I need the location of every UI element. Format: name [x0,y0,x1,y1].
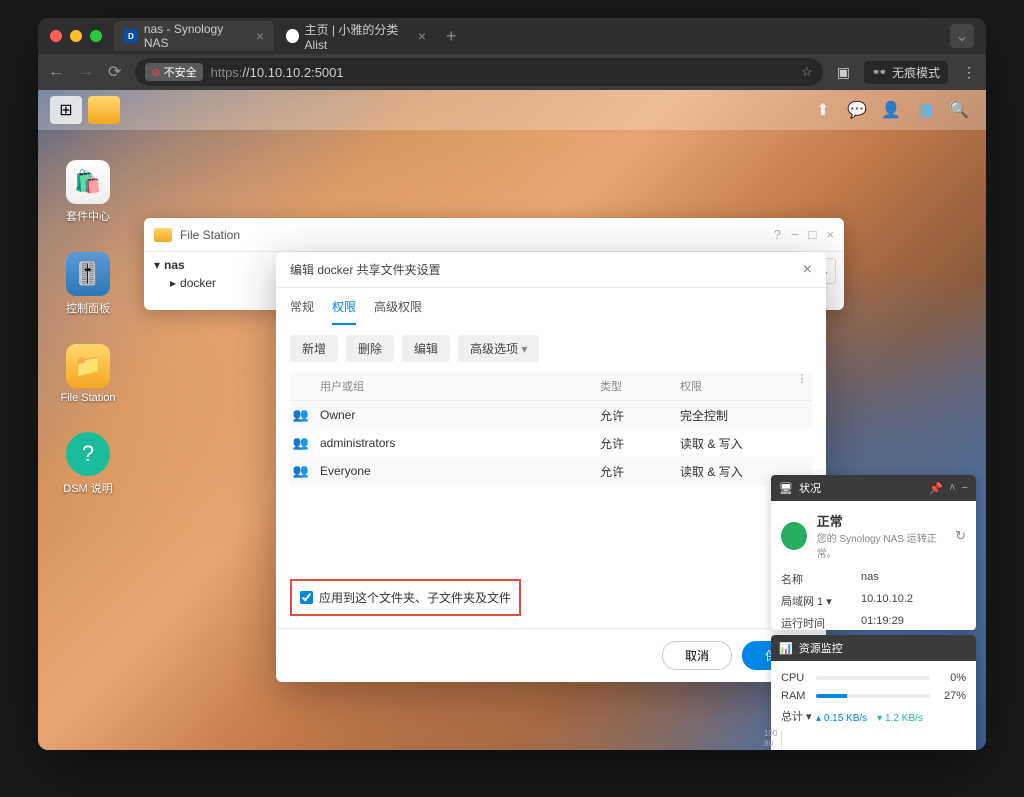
upload-rate: ▴ 0.15 KB/s [816,713,867,724]
titlebar: D nas - Synology NAS × 主页 | 小雅的分类 Alist … [38,18,986,54]
modal-header[interactable]: 编辑 docker 共享文件夹设置 × [276,252,826,288]
window-title: File Station [180,228,240,242]
edit-button[interactable]: 编辑 [402,335,450,362]
modal-title: 编辑 docker 共享文件夹设置 [290,261,441,278]
maximize-icon[interactable] [90,30,102,42]
user-icon: 👥 [290,435,312,451]
col-menu-icon[interactable]: ⋮ [792,372,812,400]
edit-shared-folder-modal: 编辑 docker 共享文件夹设置 × 常规 权限 高级权限 新增 删除 编辑 … [276,252,826,682]
maximize-icon[interactable]: □ [809,227,817,242]
col-user[interactable]: 用户或组 [290,372,592,400]
tab-label: 主页 | 小雅的分类 Alist [305,21,412,52]
tree-root[interactable]: ▾ nas [154,258,273,272]
url-field[interactable]: ⊘不安全 https://10.10.10.2:5001 ☆ [135,58,822,86]
folder-icon [154,228,172,242]
close-icon[interactable]: × [803,261,812,279]
tab-advanced-permissions[interactable]: 高级权限 [374,298,422,325]
chevron-up-icon[interactable]: ˄ [949,482,955,495]
file-station-shortcut-icon[interactable] [88,96,120,124]
cancel-button[interactable]: 取消 [662,641,732,670]
new-button[interactable]: 新增 [290,335,338,362]
col-perm[interactable]: 权限 [672,372,792,400]
new-tab-button[interactable]: + [438,26,465,47]
desktop-icon-file-station[interactable]: 📁File Station [56,344,120,404]
network-chart: 100 80 60 40 20 [781,731,966,750]
security-badge[interactable]: ⊘不安全 [145,63,202,81]
incognito-badge[interactable]: 👓 无痕模式 [864,61,948,84]
url-text: https://10.10.10.2:5001 [211,65,344,80]
close-icon[interactable]: × [826,227,834,242]
tab-nas[interactable]: D nas - Synology NAS × [114,21,274,51]
apply-to-subfolders-checkbox[interactable]: 应用到这个文件夹、子文件夹及文件 [290,579,521,616]
expand-tabs-icon[interactable]: ⌄ [950,24,974,48]
status-sub: 您的 Synology NAS 运转正常。 [817,530,945,560]
dsm-topbar: ⊞ ⬆ 💬 👤 ▦ 🔍 [38,90,986,130]
minimize-icon[interactable]: − [791,227,799,242]
modal-tabs: 常规 权限 高级权限 [276,288,826,325]
refresh-icon[interactable]: ↻ [955,528,966,544]
status-text: 正常 [817,511,945,530]
table-row[interactable]: 👥Everyone允许读取 & 写入 [290,457,812,485]
tree-item-docker[interactable]: ▸ docker [154,276,273,290]
traffic-lights [50,30,102,42]
url-bar: ← → ⟳ ⊘不安全 https://10.10.10.2:5001 ☆ ▣ 👓… [38,54,986,90]
widgets-icon[interactable]: ▦ [910,96,940,124]
modal-footer: 取消 保存 [276,628,826,682]
tab-general[interactable]: 常规 [290,298,314,325]
widget-header[interactable]: 📊 资源监控 [771,635,976,661]
resource-monitor-widget: 📊 资源监控 CPU0% RAM27% 总计 ▾▴ 0.15 KB/s▾ 1.2… [771,635,976,750]
advanced-options-button[interactable]: 高级选项 [458,335,539,362]
file-station-header[interactable]: File Station ? − □ × [144,218,844,252]
tab-label: nas - Synology NAS [144,22,250,50]
tab-favicon-icon [286,29,299,43]
notifications-icon[interactable]: 💬 [842,96,872,124]
checkbox-input[interactable] [300,591,313,604]
delete-button[interactable]: 删除 [346,335,394,362]
tab-close-icon[interactable]: × [418,28,426,44]
search-icon[interactable]: 🔍 [944,96,974,124]
menu-icon[interactable]: ⋮ [962,64,976,81]
browser-tabs: D nas - Synology NAS × 主页 | 小雅的分类 Alist … [114,18,974,54]
desktop-icons: 🛍️套件中心 🎚️控制面板 📁File Station ?DSM 说明 [56,160,120,496]
desktop-icon-control-panel[interactable]: 🎚️控制面板 [56,252,120,316]
col-type[interactable]: 类型 [592,372,672,400]
widget-header[interactable]: 🖥 状况📌˄− [771,475,976,501]
table-row[interactable]: 👥administrators允许读取 & 写入 [290,429,812,457]
status-indicator-icon [781,522,807,550]
pin-icon[interactable]: 📌 [929,482,943,495]
minimize-icon[interactable] [70,30,82,42]
browser-window: D nas - Synology NAS × 主页 | 小雅的分类 Alist … [38,18,986,750]
desktop-icon-package-center[interactable]: 🛍️套件中心 [56,160,120,224]
table-row[interactable]: 👥Owner允许完全控制 [290,401,812,429]
permissions-table: 用户或组 类型 权限 ⋮ 👥Owner允许完全控制 👥administrator… [290,372,812,485]
cpu-bar [816,676,930,680]
help-icon[interactable]: ? [774,227,781,242]
dsm-desktop: ⊞ ⬆ 💬 👤 ▦ 🔍 🛍️套件中心 🎚️控制面板 📁File Station … [38,90,986,750]
panel-icon[interactable]: ▣ [837,64,850,81]
tab-close-icon[interactable]: × [256,28,264,44]
bookmark-icon[interactable]: ☆ [801,64,813,80]
back-button[interactable]: ← [48,63,64,81]
apply-checkbox-row: 应用到这个文件夹、子文件夹及文件 [276,567,826,628]
user-icon[interactable]: 👤 [876,96,906,124]
tab-favicon-icon: D [124,29,138,43]
tab-permissions[interactable]: 权限 [332,298,356,325]
desktop-icon-dsm-help[interactable]: ?DSM 说明 [56,432,120,496]
forward-button[interactable]: → [78,63,94,81]
minimize-icon[interactable]: − [962,482,968,495]
download-rate: ▾ 1.2 KB/s [877,713,923,724]
main-menu-icon[interactable]: ⊞ [50,96,82,124]
upload-icon[interactable]: ⬆ [808,96,838,124]
user-icon: 👥 [290,463,312,479]
folder-tree: ▾ nas ▸ docker [144,252,284,310]
close-icon[interactable] [50,30,62,42]
ram-bar [816,694,930,698]
tab-alist[interactable]: 主页 | 小雅的分类 Alist × [276,21,436,51]
modal-toolbar: 新增 删除 编辑 高级选项 [276,325,826,372]
user-icon: 👥 [290,407,312,423]
system-health-widget: 🖥 状况📌˄− 正常 您的 Synology NAS 运转正常。 ↻ 名称nas… [771,475,976,630]
reload-button[interactable]: ⟳ [108,62,121,82]
